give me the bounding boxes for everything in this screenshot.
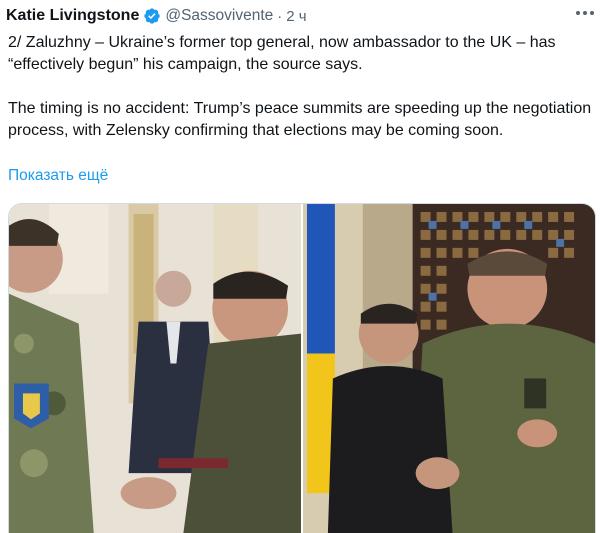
tweet-media-grid <box>8 203 596 533</box>
author-handle[interactable]: @Sassovivente <box>165 7 273 25</box>
tweet-header: Katie Livingstone @Sassovivente · 2 ч <box>6 4 594 28</box>
photo-handshake[interactable] <box>9 204 301 533</box>
author-name[interactable]: Katie Livingstone <box>6 7 139 25</box>
verified-badge-icon <box>144 8 161 24</box>
photo-posed-illustration <box>303 204 595 533</box>
photo-handshake-illustration <box>9 204 301 533</box>
timestamp[interactable]: 2 ч <box>286 8 306 25</box>
tweet-text: 2/ Zaluzhny – Ukraine’s former top gener… <box>8 32 592 142</box>
tweet-paragraph: 2/ Zaluzhny – Ukraine’s former top gener… <box>8 34 556 73</box>
tweet-paragraph: The timing is no accident: Trump’s peace… <box>8 100 592 139</box>
show-more-link[interactable]: Показать ещё <box>8 167 108 185</box>
more-options-icon[interactable] <box>574 2 596 24</box>
photo-posed[interactable] <box>303 204 595 533</box>
separator-dot: · <box>277 7 283 25</box>
